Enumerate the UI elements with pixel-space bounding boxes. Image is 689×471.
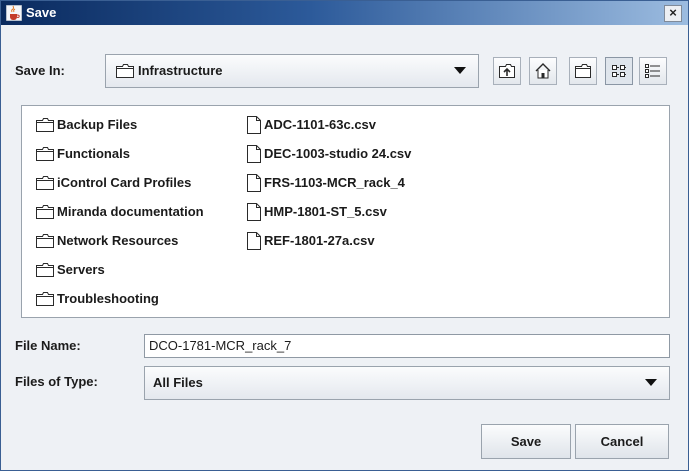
save-in-value: Infrastructure: [138, 63, 223, 78]
new-folder-button[interactable]: [569, 57, 597, 85]
folder-icon: [36, 291, 54, 306]
chevron-down-icon[interactable]: [645, 379, 657, 386]
file-icon: [247, 115, 261, 134]
file-name: DEC-1003-studio 24.csv: [264, 146, 412, 161]
home-button[interactable]: [529, 57, 557, 85]
folder-icon: [36, 146, 54, 161]
up-one-level-button[interactable]: [493, 57, 521, 85]
title-bar[interactable]: Save ×: [1, 1, 688, 25]
folder-item[interactable]: Miranda documentation: [36, 197, 204, 226]
file-item[interactable]: ADC-1101-63c.csv: [247, 110, 411, 139]
save-in-combo[interactable]: Infrastructure: [105, 54, 479, 88]
chevron-down-icon[interactable]: [454, 67, 466, 74]
save-dialog: Save × Save In: Infrastructure Backup Fi…: [0, 0, 689, 471]
save-in-label-text: Save In:: [15, 63, 65, 78]
folder-name: Servers: [57, 262, 105, 277]
folder-name: iControl Card Profiles: [57, 175, 192, 190]
close-button[interactable]: ×: [664, 5, 682, 22]
folder-item[interactable]: Network Resources: [36, 226, 204, 255]
file-icon: [247, 144, 261, 163]
folder-icon: [36, 233, 54, 248]
file-icon: [247, 202, 261, 221]
file-icon: [247, 231, 261, 250]
folder-up-icon: [499, 64, 515, 78]
file-name-input[interactable]: [145, 335, 669, 355]
folder-item[interactable]: iControl Card Profiles: [36, 168, 204, 197]
folder-icon: [36, 204, 54, 219]
file-item[interactable]: FRS-1103-MCR_rack_4: [247, 168, 411, 197]
cancel-button[interactable]: Cancel: [575, 424, 669, 459]
window-title: Save: [26, 5, 57, 20]
file-type-value: All Files: [153, 375, 203, 390]
file-item[interactable]: REF-1801-27a.csv: [247, 226, 411, 255]
folder-icon: [116, 64, 134, 78]
home-icon: [535, 63, 551, 79]
file-type-label: Files of Type:: [15, 374, 98, 389]
file-name: ADC-1101-63c.csv: [264, 117, 377, 132]
java-cup-icon: [6, 5, 22, 21]
file-column: ADC-1101-63c.csv DEC-1003-studio 24.csv …: [247, 110, 411, 255]
folder-icon: [36, 175, 54, 190]
folder-icon: [36, 262, 54, 277]
folder-item[interactable]: Backup Files: [36, 110, 204, 139]
folder-item[interactable]: Servers: [36, 255, 204, 284]
folder-column: Backup Files Functionals iControl Card P…: [36, 110, 204, 313]
folder-name: Troubleshooting: [57, 291, 159, 306]
save-in-label: Save In:: [15, 63, 65, 78]
file-name: REF-1801-27a.csv: [264, 233, 375, 248]
file-name: FRS-1103-MCR_rack_4: [264, 175, 405, 190]
file-name: HMP-1801-ST_5.csv: [264, 204, 387, 219]
file-name-label: File Name:: [15, 338, 81, 353]
folder-item[interactable]: Functionals: [36, 139, 204, 168]
file-type-combo[interactable]: All Files: [144, 366, 670, 400]
details-view-icon: [645, 64, 660, 78]
list-view-button[interactable]: [605, 57, 633, 85]
folder-name: Functionals: [57, 146, 130, 161]
details-view-button[interactable]: [639, 57, 667, 85]
new-folder-icon: [575, 64, 591, 78]
list-view-icon: [612, 65, 626, 77]
folder-name: Backup Files: [57, 117, 138, 132]
file-list[interactable]: Backup Files Functionals iControl Card P…: [21, 105, 670, 318]
file-item[interactable]: HMP-1801-ST_5.csv: [247, 197, 411, 226]
file-item[interactable]: DEC-1003-studio 24.csv: [247, 139, 411, 168]
file-icon: [247, 173, 261, 192]
save-button[interactable]: Save: [481, 424, 571, 459]
folder-name: Network Resources: [57, 233, 179, 248]
folder-name: Miranda documentation: [57, 204, 204, 219]
file-name-field[interactable]: [144, 334, 670, 358]
folder-icon: [36, 117, 54, 132]
folder-item[interactable]: Troubleshooting: [36, 284, 204, 313]
